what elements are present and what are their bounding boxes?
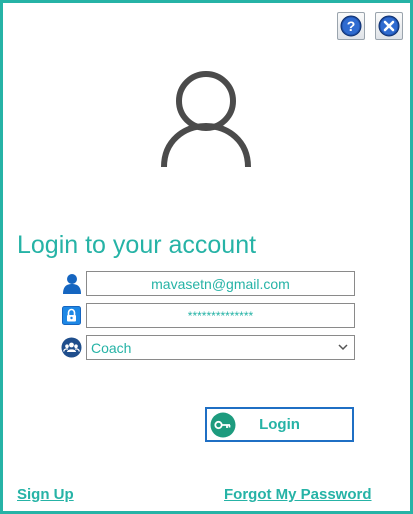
sign-up-link[interactable]: Sign Up bbox=[17, 486, 74, 503]
close-button[interactable] bbox=[375, 12, 403, 40]
role-value: Coach bbox=[91, 339, 132, 356]
forgot-password-link[interactable]: Forgot My Password bbox=[224, 486, 372, 503]
question-mark-icon: ? bbox=[340, 15, 362, 37]
role-select[interactable]: Coach bbox=[86, 335, 355, 360]
email-field[interactable]: mavasetn@gmail.com bbox=[86, 271, 355, 296]
login-button[interactable]: Login bbox=[205, 407, 354, 442]
key-icon bbox=[210, 412, 236, 437]
page-title: Login to your account bbox=[17, 231, 257, 259]
lock-icon bbox=[61, 305, 82, 326]
password-value: ************** bbox=[187, 308, 254, 323]
email-value: mavasetn@gmail.com bbox=[151, 275, 290, 292]
password-field[interactable]: ************** bbox=[86, 303, 355, 328]
help-button[interactable]: ? bbox=[337, 12, 365, 40]
chevron-down-icon bbox=[338, 344, 348, 351]
group-icon bbox=[61, 337, 82, 358]
svg-text:?: ? bbox=[347, 18, 356, 34]
user-silhouette-icon bbox=[161, 71, 251, 168]
person-icon bbox=[61, 273, 82, 294]
login-window: ? Login to your account mavasetn@gmail.c… bbox=[0, 0, 413, 514]
close-x-icon bbox=[378, 15, 400, 37]
